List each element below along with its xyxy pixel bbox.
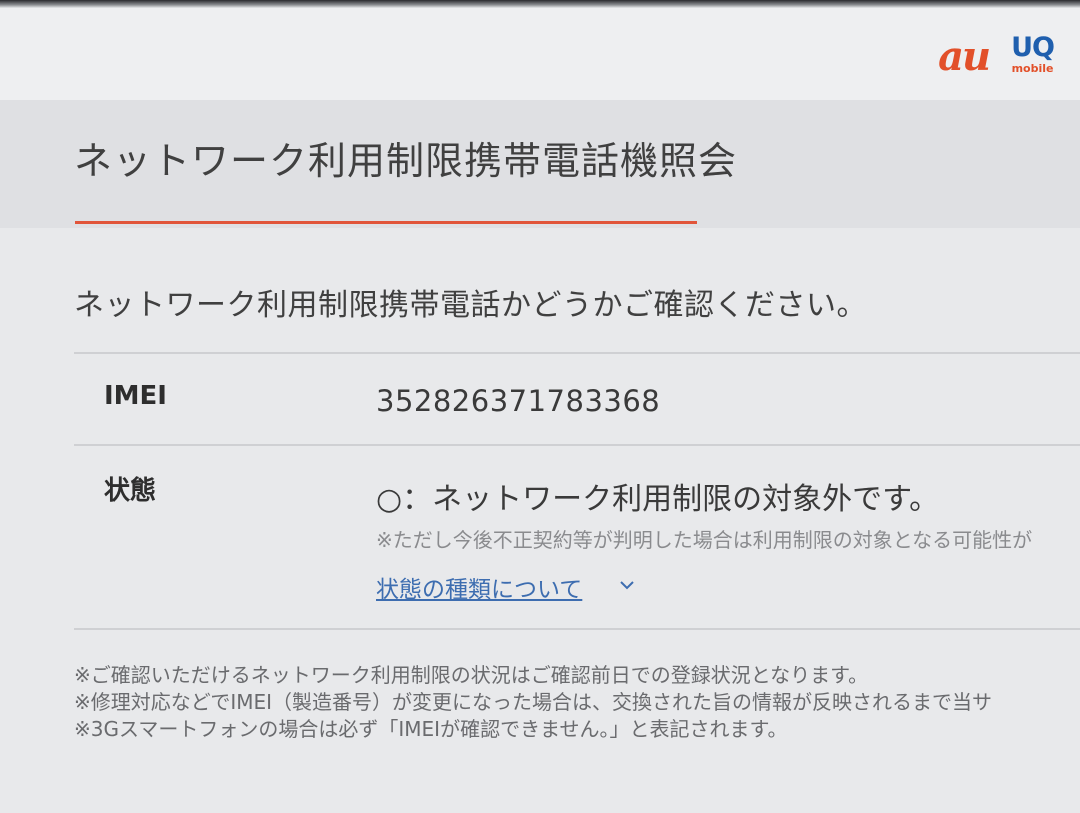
footnote: ※ご確認いただけるネットワーク利用制限の状況はご確認前日での登録状況となります。 (74, 663, 869, 687)
uq-logo-text: UQ (1011, 32, 1055, 63)
footnotes: ※ご確認いただけるネットワーク利用制限の状況はご確認前日での登録状況となります。… (74, 662, 992, 743)
uq-logo-subtext: mobile (1011, 62, 1054, 75)
divider (74, 352, 1080, 354)
footnote: ※修理対応などでIMEI（製造番号）が変更になった場合は、交換された旨の情報が反… (74, 690, 993, 714)
status-value: ○：ネットワーク利用制限の対象外です。 (376, 482, 940, 517)
status-label: 状態 (104, 476, 157, 506)
divider (74, 628, 1080, 630)
title-underline (75, 221, 697, 224)
status-types-link[interactable]: 状態の種類について (376, 570, 582, 604)
imei-value: 352826371783368 (376, 384, 661, 418)
status-note: ※ただし今後不正契約等が判明した場合は利用制限の対象となる可能性が (376, 528, 1033, 552)
chevron-down-icon[interactable] (619, 577, 635, 593)
brand-logos[interactable]: au UQ mobile (938, 32, 1055, 77)
uq-mobile-logo[interactable]: UQ mobile (1011, 32, 1055, 75)
monitor-bezel (0, 0, 1080, 8)
divider (74, 444, 1080, 446)
header (0, 8, 1080, 100)
au-logo[interactable]: au (938, 37, 991, 77)
imei-label: IMEI (104, 381, 167, 411)
screen: au UQ mobile ネットワーク利用制限携帯電話機照会 ネットワーク利用制… (0, 0, 1080, 813)
lead-text: ネットワーク利用制限携帯電話かどうかご確認ください。 (74, 288, 867, 323)
page-title: ネットワーク利用制限携帯電話機照会 (74, 139, 738, 183)
footnote: ※3Gスマートフォンの場合は必ず「IMEIが確認できません。」と表記されます。 (74, 717, 788, 741)
